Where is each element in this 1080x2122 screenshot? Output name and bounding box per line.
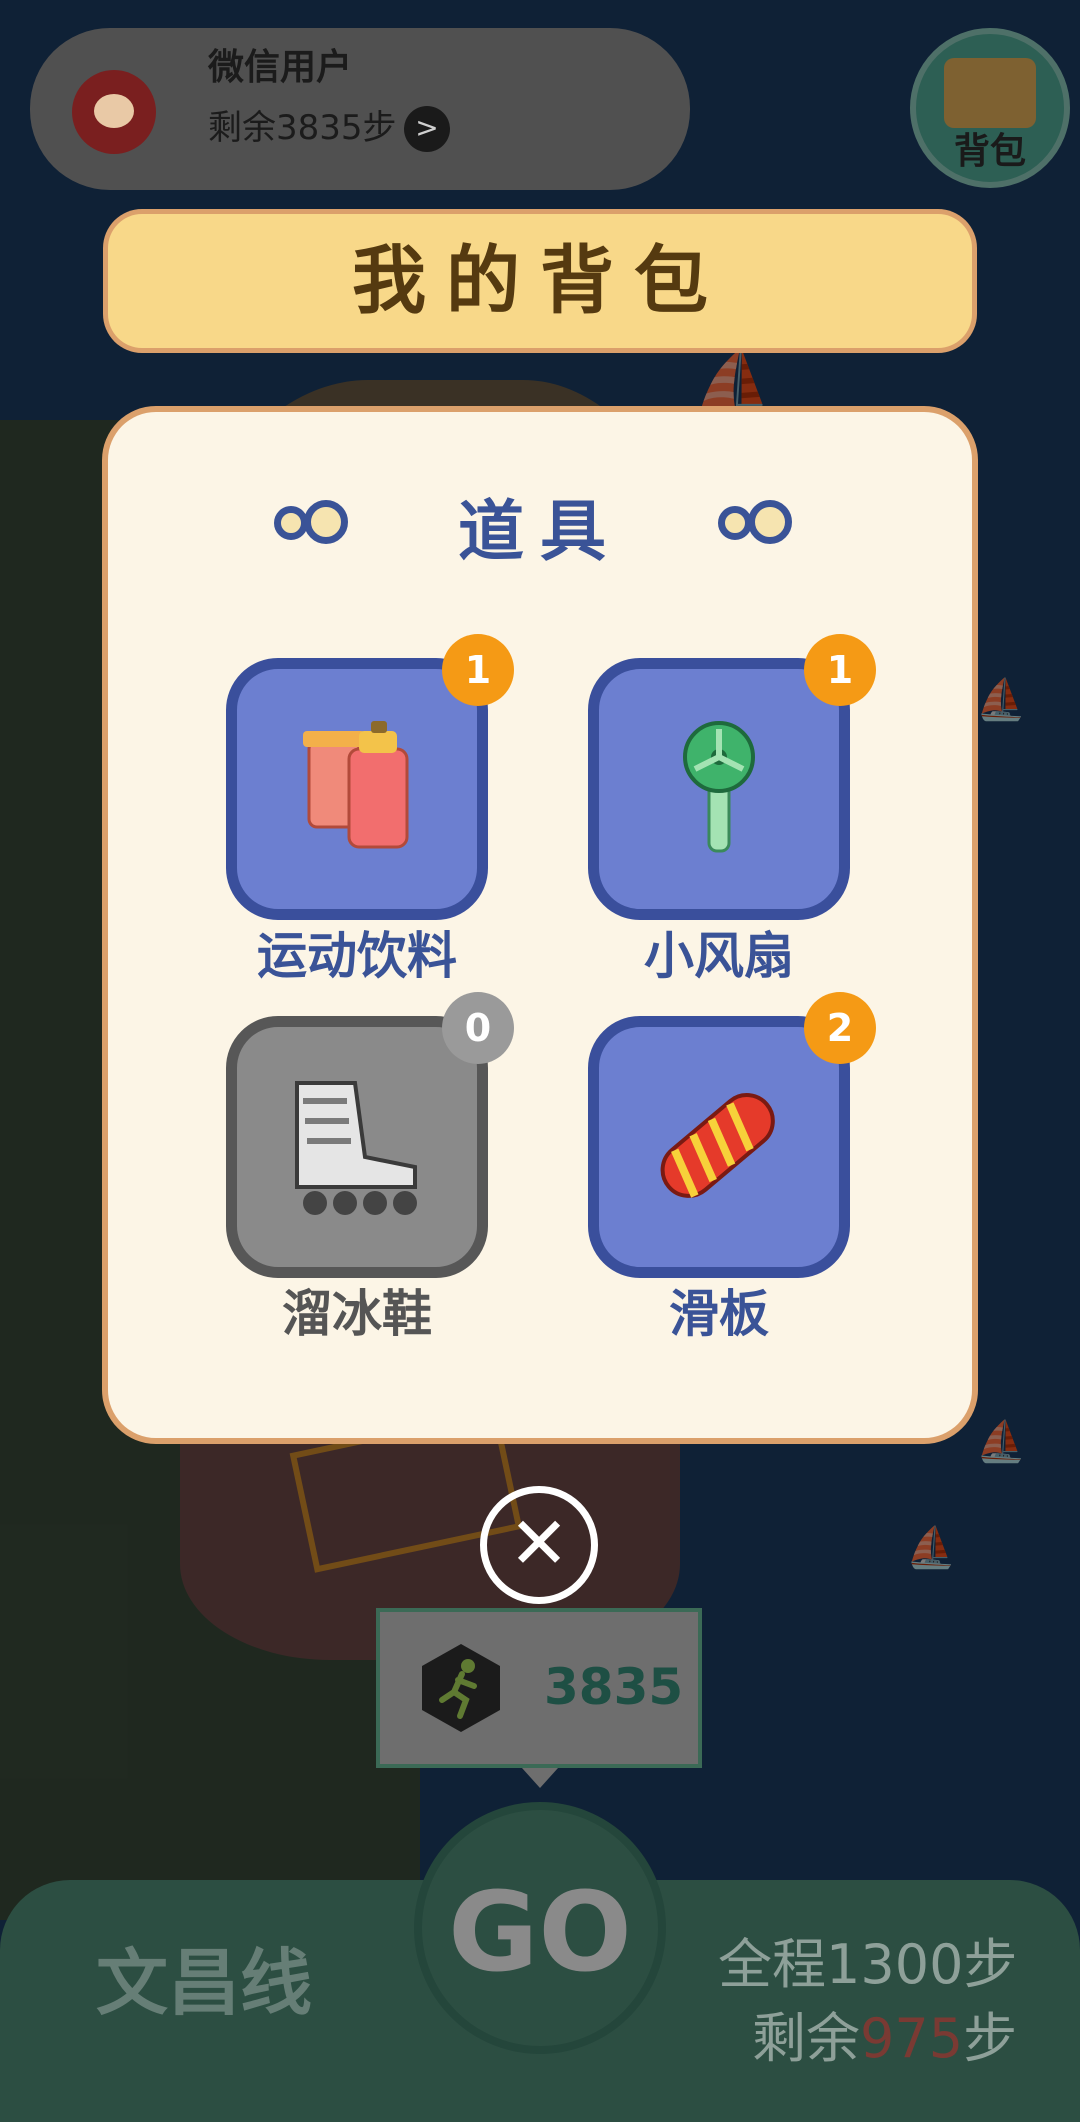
remaining-steps: 剩余3835步 (208, 108, 397, 148)
item-sports-drink[interactable] (226, 658, 488, 920)
item-label: 滑板 (669, 1285, 769, 1343)
item-count-badge: 1 (804, 634, 876, 706)
sports-drink-icon (303, 721, 409, 849)
backpack-label: 背包 (953, 131, 1026, 172)
go-button[interactable]: GO (414, 1802, 666, 2054)
step-count: 3835 (544, 1658, 684, 1716)
items-panel: 道具 1 运动饮料 1 小风扇 0 溜冰鞋 2 滑板 (108, 412, 972, 1438)
route-remaining-steps: 剩余975步 (752, 1994, 1017, 2073)
dialog-title-banner: 我的背包 (108, 214, 972, 348)
runner-icon (422, 1644, 500, 1732)
hand-fan-icon (683, 721, 755, 853)
user-name: 微信用户 (208, 47, 353, 88)
remain-suffix: 步 (963, 2007, 1018, 2070)
remain-number: 975 (860, 2007, 964, 2070)
item-hand-fan[interactable] (588, 658, 850, 920)
dialog-title: 我的背包 (352, 238, 728, 324)
item-label: 溜冰鞋 (282, 1285, 432, 1343)
item-skateboard[interactable] (588, 1016, 850, 1278)
close-button[interactable]: ✕ (480, 1486, 598, 1604)
route-line-name: 文昌线 (96, 1941, 313, 2025)
backpack-button[interactable]: 背包 (910, 28, 1070, 188)
item-count-badge: 0 (442, 992, 514, 1064)
backpack-icon (944, 58, 1036, 128)
remain-prefix: 剩余 (752, 2007, 860, 2070)
item-label: 运动饮料 (257, 927, 457, 985)
step-count-tooltip: 3835 (376, 1608, 702, 1768)
decorative-rings-icon (718, 500, 804, 546)
roller-skate-icon (295, 1081, 417, 1215)
skateboard-icon (660, 1093, 775, 1198)
chevron-right-icon[interactable]: > (404, 106, 450, 152)
item-label: 小风扇 (644, 927, 794, 985)
total-steps: 全程1300步 (718, 1933, 1018, 1996)
avatar (72, 70, 156, 154)
section-title: 道具 (458, 493, 622, 570)
tooltip-pointer (522, 1768, 558, 1788)
item-roller-skate[interactable] (226, 1016, 488, 1278)
running-person-icon (439, 1659, 477, 1719)
go-label: GO (448, 1868, 632, 1996)
item-count-badge: 1 (442, 634, 514, 706)
item-count-badge: 2 (804, 992, 876, 1064)
